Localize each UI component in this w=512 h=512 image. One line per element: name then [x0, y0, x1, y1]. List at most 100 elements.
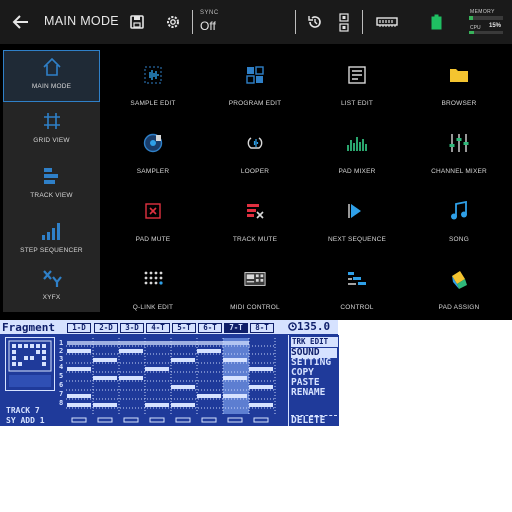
- menu-item-rename[interactable]: RENAME: [291, 388, 325, 398]
- program-edit-icon: [246, 66, 264, 84]
- row-number: 3: [59, 355, 64, 363]
- midi-control-icon: [244, 272, 266, 286]
- menu-item-delete[interactable]: DELETE: [291, 416, 325, 426]
- separator: [192, 10, 193, 34]
- looper-icon: [247, 137, 263, 149]
- save-button[interactable]: [127, 12, 147, 32]
- next-sequence-icon: [348, 204, 361, 218]
- home-icon: [42, 57, 61, 76]
- track-tab[interactable]: 8-T: [250, 323, 274, 333]
- gear-icon: [167, 16, 179, 28]
- sidebar-item-grid-view[interactable]: GRID VIEW: [3, 105, 100, 157]
- row-number: 6: [59, 381, 64, 389]
- tile-label: PAD ASSIGN: [438, 304, 480, 311]
- q-link-edit-icon: [144, 271, 163, 285]
- back-arrow-icon: [12, 15, 28, 29]
- tile-pad-mute[interactable]: PAD MUTE: [103, 186, 203, 254]
- xyfx-icon: [42, 270, 62, 287]
- control-icon: [348, 272, 366, 285]
- memory-chip-icon: [376, 17, 398, 27]
- sidebar-item-label: TRACK VIEW: [30, 192, 73, 199]
- pad-mixer-icon: [347, 137, 367, 151]
- tile-label: PAD MUTE: [135, 236, 171, 243]
- track-tab[interactable]: 5-T: [172, 323, 196, 333]
- settings-button[interactable]: [163, 12, 183, 32]
- tile-pad-mixer[interactable]: PAD MIXER: [307, 118, 407, 186]
- tile-label: CONTROL: [340, 304, 374, 311]
- tile-midi-control[interactable]: MIDI CONTROL: [205, 254, 305, 322]
- top-bar: MAIN MODE SYNC Off MEMORY CPU 15%: [0, 0, 512, 44]
- save-icon: [130, 15, 144, 29]
- tempo-value: 135.0: [297, 320, 331, 333]
- sidebar-item-label: STEP SEQUENCER: [20, 247, 83, 254]
- track-tab[interactable]: 4-T: [146, 323, 170, 333]
- tile-program-edit[interactable]: PROGRAM EDIT: [205, 50, 305, 118]
- tile-song[interactable]: SONG: [409, 186, 509, 254]
- clock-icon: [288, 322, 297, 331]
- row-number: 2: [59, 347, 64, 355]
- tile-track-mute[interactable]: TRACK MUTE: [205, 186, 305, 254]
- track-view-icon: [43, 168, 58, 184]
- sample-edit-icon: [144, 66, 162, 84]
- main-panel: MAIN MODE GRID VIEW TRACK VIEW STEP SEQU…: [0, 44, 512, 320]
- pad-mute-icon: [145, 203, 161, 219]
- tile-label: LIST EDIT: [340, 100, 374, 107]
- sidebar-item-xyfx[interactable]: XYFX: [3, 262, 100, 314]
- sync-label: SYNC: [200, 10, 219, 16]
- sync-value[interactable]: Off: [200, 19, 216, 33]
- tile-browser[interactable]: BROWSER: [409, 50, 509, 118]
- tempo-readout[interactable]: 135.0: [288, 320, 330, 333]
- tile-next-sequence[interactable]: NEXT SEQUENCE: [307, 186, 407, 254]
- cpu-meter: [469, 31, 503, 34]
- sequencer-grid[interactable]: [66, 338, 278, 428]
- battery-icon: [430, 14, 442, 30]
- tile-control[interactable]: CONTROL: [307, 254, 407, 322]
- tile-list-edit[interactable]: LIST EDIT: [307, 50, 407, 118]
- sidebar: MAIN MODE GRID VIEW TRACK VIEW STEP SEQU…: [3, 50, 100, 312]
- tile-sampler[interactable]: SAMPLER: [103, 118, 203, 186]
- grid-toggle-button[interactable]: [337, 12, 351, 34]
- tile-pad-assign[interactable]: PAD ASSIGN: [409, 254, 509, 322]
- track-edit-menu: TRK EDIT SOUND SETTING COPY PASTE RENAME…: [288, 335, 339, 426]
- back-button[interactable]: [10, 12, 32, 32]
- sampler-icon: [143, 133, 163, 153]
- battery-level-icon: [431, 14, 441, 30]
- tile-label: PAD MIXER: [338, 168, 376, 175]
- sidebar-item-track-view[interactable]: TRACK VIEW: [3, 160, 100, 212]
- track-tab[interactable]: 1-D: [67, 323, 91, 333]
- tile-label: SAMPLE EDIT: [130, 100, 176, 107]
- row-number: 1: [59, 339, 64, 347]
- track-tab[interactable]: 6-T: [198, 323, 222, 333]
- folder-icon: [450, 69, 468, 82]
- tile-looper[interactable]: LOOPER: [205, 118, 305, 186]
- sidebar-item-step-sequencer[interactable]: STEP SEQUENCER: [3, 215, 100, 267]
- sidebar-item-label: XYFX: [42, 294, 61, 301]
- track-tab[interactable]: 3-D: [120, 323, 144, 333]
- pad-assign-icon: [452, 271, 467, 289]
- tile-label: TRACK MUTE: [232, 236, 278, 243]
- tile-label: Q-LINK EDIT: [132, 304, 174, 311]
- sidebar-item-label: GRID VIEW: [33, 137, 70, 144]
- tile-label: NEXT SEQUENCE: [327, 236, 387, 243]
- tile-label: SONG: [449, 236, 469, 243]
- memory-meter: [469, 16, 503, 20]
- menu-header: TRK EDIT: [291, 337, 338, 347]
- sidebar-item-main-mode[interactable]: MAIN MODE: [3, 50, 100, 102]
- memory-meter-fill: [469, 16, 474, 20]
- ram-icon[interactable]: [375, 15, 399, 29]
- track-tab[interactable]: 2-D: [94, 323, 118, 333]
- row-number: 4: [59, 363, 64, 371]
- mode-title: MAIN MODE: [44, 14, 119, 28]
- tile-channel-mixer[interactable]: CHANNEL MIXER: [409, 118, 509, 186]
- channel-mixer-icon: [449, 134, 469, 152]
- list-edit-icon: [348, 66, 366, 84]
- tile-q-link-edit[interactable]: Q-LINK EDIT: [103, 254, 203, 322]
- cpu-value: 15%: [489, 23, 502, 29]
- sequence-name: Fragment: [2, 321, 55, 334]
- separator: [362, 10, 363, 34]
- current-track-label: TRACK 7: [6, 406, 40, 415]
- tile-sample-edit[interactable]: SAMPLE EDIT: [103, 50, 203, 118]
- undo-history-button[interactable]: [305, 12, 325, 32]
- tile-label: PROGRAM EDIT: [228, 100, 282, 107]
- track-tab-selected[interactable]: 7-T: [224, 323, 248, 333]
